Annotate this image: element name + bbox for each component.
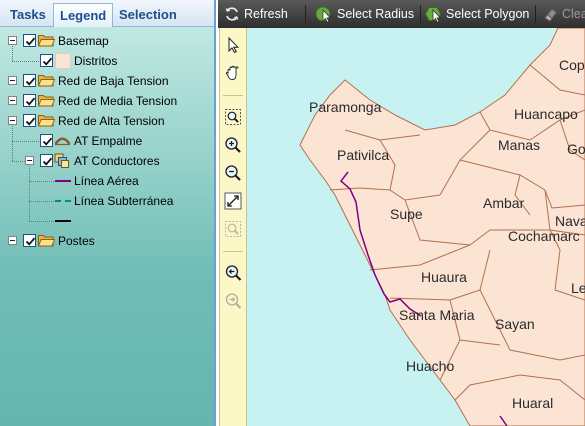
map-label: Paramonga (309, 99, 382, 115)
layer-checkbox[interactable] (40, 154, 53, 167)
zoom-previous-icon[interactable] (224, 264, 242, 282)
legend-layer-red-baja-tension: Red de Baja Tension (0, 71, 214, 91)
toolbar-separator (420, 5, 421, 23)
zoom-next-icon[interactable] (224, 292, 242, 310)
map-label: Santa Maria (399, 307, 475, 323)
legend-layer-distritos: Distritos (0, 51, 214, 71)
layer-checkbox[interactable] (23, 94, 36, 107)
tab-selection[interactable]: Selection (113, 3, 183, 27)
layer-checkbox[interactable] (40, 134, 53, 147)
map-toolbar: Refresh Select Radius Select Polygon Cle… (218, 0, 585, 28)
layer-label: Postes (58, 234, 95, 248)
tab-strip: Tasks Legend Selection (0, 0, 214, 27)
refresh-icon (225, 7, 239, 21)
layer-checkbox[interactable] (23, 34, 36, 47)
solid-line-swatch (55, 220, 71, 222)
polygon-swatch (55, 53, 71, 69)
map-label: Supe (390, 206, 423, 222)
legend-item-linea-aerea: Línea Aérea (0, 171, 214, 191)
folder-icon (38, 235, 55, 247)
layer-checkbox[interactable] (40, 54, 53, 67)
layer-label: Red de Media Tension (58, 94, 178, 108)
toolbar-separator (305, 5, 306, 23)
map-label: Manas (498, 137, 540, 153)
map-label: Copo (559, 57, 585, 73)
legend-layer-at-empalme: AT Empalme (0, 131, 214, 151)
zoom-box-icon[interactable] (224, 108, 242, 126)
map-label: Huaura (421, 269, 467, 285)
collapse-toggle[interactable] (25, 156, 34, 165)
left-panel: Tasks Legend Selection Basemap Distritos… (0, 0, 216, 426)
map-label: Nava (555, 213, 585, 229)
layer-checkbox[interactable] (23, 114, 36, 127)
layer-label: Red de Baja Tension (58, 74, 169, 88)
map-label: Pativilca (337, 147, 389, 163)
legend-layer-postes: Postes (0, 231, 214, 251)
map-label: Sayan (495, 316, 535, 332)
pan-icon[interactable] (224, 64, 242, 82)
clear-label: Clear (562, 7, 585, 21)
collapse-toggle[interactable] (8, 96, 17, 105)
legend-item-label: Línea Subterránea (74, 194, 174, 208)
select-polygon-label: Select Polygon (446, 7, 530, 21)
select-polygon-icon (425, 7, 442, 23)
full-extent-icon[interactable] (224, 192, 242, 210)
legend-item-unlabeled-line (0, 211, 214, 231)
layer-label: AT Empalme (74, 134, 143, 148)
select-radius-label: Select Radius (337, 7, 415, 21)
folder-icon (38, 115, 55, 127)
toolbar-separator (535, 5, 536, 23)
collapse-toggle[interactable] (8, 36, 17, 45)
folder-icon (38, 75, 55, 87)
legend-layer-basemap: Basemap (0, 31, 214, 51)
layer-checkbox[interactable] (23, 234, 36, 247)
select-polygon-button[interactable]: Select Polygon (425, 0, 533, 28)
map-label: Go (567, 141, 585, 157)
solid-line-swatch (55, 180, 71, 182)
map-label: Cochamarc (508, 228, 580, 244)
map-label: Huaral (512, 395, 553, 411)
legend-item-linea-subterranea: Línea Subterránea (0, 191, 214, 211)
collapse-toggle[interactable] (8, 76, 17, 85)
map-label: Ambar (483, 195, 525, 211)
pointer-icon[interactable] (224, 36, 242, 54)
tool-separator (223, 95, 243, 96)
layer-checkbox[interactable] (23, 74, 36, 87)
refresh-label: Refresh (244, 7, 288, 21)
layer-label: Red de Alta Tension (58, 114, 165, 128)
tab-tasks[interactable]: Tasks (4, 3, 52, 27)
collapse-toggle[interactable] (8, 116, 17, 125)
map-tool-column (219, 28, 247, 426)
map-label: Huancapo (514, 106, 578, 122)
refresh-button[interactable]: Refresh (224, 0, 302, 28)
empalme-icon (54, 137, 71, 146)
clear-button[interactable]: Clear (543, 0, 585, 28)
dashed-line-swatch (55, 200, 71, 202)
legend-layer-red-alta-tension: Red de Alta Tension (0, 111, 214, 131)
layer-label: Basemap (58, 34, 109, 48)
collapse-toggle[interactable] (8, 236, 17, 245)
zoom-box-disabled-icon[interactable] (224, 220, 242, 238)
legend-item-label: Línea Aérea (74, 174, 139, 188)
eraser-icon (544, 8, 558, 22)
select-radius-icon (315, 6, 331, 23)
map-label: Le (571, 280, 585, 296)
zoom-out-icon[interactable] (224, 164, 242, 182)
folder-icon (38, 35, 55, 47)
legend-layer-red-media-tension: Red de Media Tension (0, 91, 214, 111)
folder-icon (38, 95, 55, 107)
layer-label: AT Conductores (74, 154, 160, 168)
tab-legend[interactable]: Legend (53, 3, 114, 27)
tool-separator (223, 251, 243, 252)
zoom-in-icon[interactable] (224, 136, 242, 154)
map-label: Huacho (406, 358, 454, 374)
layer-label: Distritos (74, 54, 118, 68)
legend-layer-at-conductores: AT Conductores (0, 151, 214, 171)
select-radius-button[interactable]: Select Radius (315, 0, 419, 28)
map-svg[interactable]: Copo Huancapo Manas Go Ambar Nava Cocham… (247, 28, 585, 426)
map-canvas[interactable]: Copo Huancapo Manas Go Ambar Nava Cocham… (247, 28, 585, 426)
layer-group-icon (54, 153, 69, 168)
